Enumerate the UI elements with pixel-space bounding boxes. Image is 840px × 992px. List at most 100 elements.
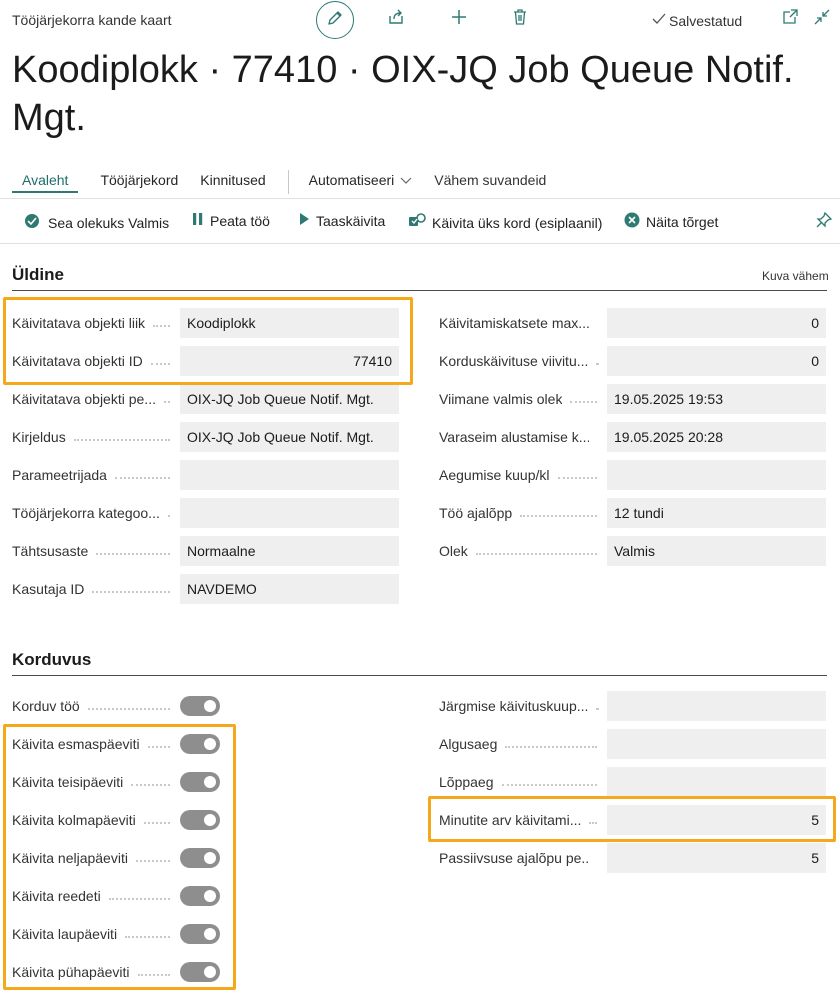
recurrence-korduv-too-toggle[interactable] [180,696,220,716]
recurrence-kaivita-puhapaeviti-toggle[interactable] [180,962,220,982]
open-new-window-button[interactable] [776,5,804,33]
general-left-kasutaja-id-label: Kasutaja ID [12,581,85,597]
general-right-kaivitamiskatsete-max-field[interactable]: 0 [607,308,826,338]
recurrence-section-title[interactable]: Korduvus [12,650,91,670]
recurrence-right-loppaeg-field[interactable] [607,767,826,797]
collapse-button[interactable] [808,5,836,33]
show-error-label: Näita tõrget [646,213,719,230]
general-right-varaseim-alustamise-k-label: Varaseim alustamise k... [439,429,589,445]
recurrence-right-minutite-arv-kaivitami-row: Minutite arv käivitami... 5 [439,805,829,835]
pin-icon [816,211,833,231]
tab-job-queue[interactable]: Tööjärjekord [100,172,178,192]
general-left-tahtsusaste-leader-dots [96,553,170,555]
general-left-kaivitatava-objekti-id-field[interactable]: 77410 [180,346,399,376]
recurrence-kaivita-esmaspaeviti-label: Käivita esmaspäeviti [12,736,140,752]
edit-button[interactable] [316,1,354,39]
recurrence-kaivita-laupaeviti-toggle[interactable] [180,924,220,944]
general-right-varaseim-alustamise-k-row: Varaseim alustamise k... 19.05.2025 20:28 [439,422,829,452]
general-left-parameetrijada-row: Parameetrijada [12,460,402,490]
restart-button[interactable]: Taaskäivita [298,212,385,229]
fewer-options-button[interactable]: Vähem suvandeid [434,172,546,192]
tab-home[interactable]: Avaleht [12,172,79,193]
recurrence-kaivita-teisipaeviti-toggle[interactable] [180,772,220,792]
breadcrumb[interactable]: Tööjärjekorra kande kaart [12,12,172,28]
recurrence-korduv-too-label: Korduv töö [12,698,80,714]
tab-automate[interactable]: Automatiseeri [309,172,413,192]
recurrence-kaivita-teisipaeviti-row: Käivita teisipäeviti [12,767,232,797]
hold-button[interactable]: Peata töö [192,212,270,229]
general-left-kaivitatava-objekti-liik-field[interactable]: Koodiplokk [180,308,399,338]
general-left-toojarjekorra-kategoo-leader-dots [168,515,170,517]
recurrence-kaivita-neljapaeviti-toggle[interactable] [180,848,220,868]
general-right-aegumise-kuup-kl-field[interactable] [607,460,826,490]
general-right-viimane-valmis-olek-leader-dots [570,401,597,403]
share-button[interactable] [382,5,410,33]
general-left-kasutaja-id-row: Kasutaja ID NAVDEMO [12,574,402,604]
recurrence-right-algusaeg-field[interactable] [607,729,826,759]
top-bar: Tööjärjekorra kande kaart Salvestatud [0,0,840,40]
recurrence-right-minutite-arv-kaivitami-label: Minutite arv käivitami... [439,812,582,828]
general-right-kaivitamiskatsete-max-label: Käivitamiskatsete max... [439,315,589,331]
delete-button[interactable] [506,5,534,33]
general-left-kirjeldus-field[interactable]: OIX-JQ Job Queue Notif. Mgt. [180,422,399,452]
recurrence-kaivita-neljapaeviti-label: Käivita neljapäeviti [12,850,128,866]
general-left-tahtsusaste-row: Tähtsusaste Normaalne [12,536,402,566]
general-right-viimane-valmis-olek-field[interactable]: 19.05.2025 19:53 [607,384,826,414]
general-left-toojarjekorra-kategoo-field[interactable] [180,498,399,528]
save-status: Salvestatud [652,12,742,29]
tab-pinned[interactable]: Kinnitused [200,172,265,192]
pencil-icon [326,9,344,32]
recurrence-right-passiivsuse-ajalopu-pe-label: Passiivsuse ajalõpu pe... [439,850,589,866]
general-right-korduskaivituse-viivitu-field[interactable]: 0 [607,346,826,376]
general-section-title[interactable]: Üldine [12,265,64,285]
recurrence-korduv-too-row: Korduv töö [12,691,232,721]
recurrence-kaivita-reedeti-leader-dots [109,898,170,900]
pin-button[interactable] [816,211,833,231]
set-ready-button[interactable]: Sea olekuks Valmis [24,212,169,233]
general-left-kaivitatava-objekti-pe-label: Käivitatava objekti pe... [12,391,156,407]
recurrence-right-minutite-arv-kaivitami-field[interactable]: 5 [607,805,826,835]
general-left-kasutaja-id-field[interactable]: NAVDEMO [180,574,399,604]
general-right-too-ajalopp-label: Töö ajalõpp [439,505,513,521]
recurrence-kaivita-puhapaeviti-row: Käivita pühapäeviti [12,957,232,987]
page-title: Koodiplokk · 77410 · OIX-JQ Job Queue No… [12,49,794,139]
recurrence-kaivita-kolmapaeviti-toggle-knob [204,814,216,826]
general-left-kaivitatava-objekti-pe-field[interactable]: OIX-JQ Job Queue Notif. Mgt. [180,384,399,414]
recurrence-kaivita-teisipaeviti-leader-dots [131,784,170,786]
general-right-viimane-valmis-olek-row: Viimane valmis olek 19.05.2025 19:53 [439,384,829,414]
recurrence-kaivita-kolmapaeviti-toggle[interactable] [180,810,220,830]
chevron-down-icon [400,172,412,188]
recurrence-kaivita-puhapaeviti-toggle-knob [204,966,216,978]
general-right-too-ajalopp-leader-dots [520,515,597,517]
general-left-parameetrijada-field[interactable] [180,460,399,490]
general-right-too-ajalopp-field[interactable]: 12 tundi [607,498,826,528]
recurrence-kaivita-neljapaeviti-row: Käivita neljapäeviti [12,843,232,873]
general-right-olek-row: Olek Valmis [439,536,829,566]
general-left-kirjeldus-leader-dots [74,439,170,441]
general-left-kaivitatava-objekti-id-label: Käivitatava objekti ID [12,353,143,369]
play-icon [298,212,310,229]
recurrence-right-loppaeg-row: Lõppaeg [439,767,829,797]
tab-automate-label: Automatiseeri [308,172,395,188]
show-error-button[interactable]: Näita tõrget [624,212,718,231]
show-less-link[interactable]: Kuva vähem [762,269,829,283]
recurrence-kaivita-esmaspaeviti-toggle[interactable] [180,734,220,754]
run-once-button[interactable]: Käivita üks kord (esiplaanil) [408,212,602,233]
recurrence-right-algusaeg-leader-dots [505,746,597,748]
general-right-olek-leader-dots [476,553,597,555]
general-left-tahtsusaste-field[interactable]: Normaalne [180,536,399,566]
recurrence-right-passiivsuse-ajalopu-pe-field[interactable]: 5 [607,843,826,873]
general-right-olek-field[interactable]: Valmis [607,536,826,566]
general-right-varaseim-alustamise-k-field[interactable]: 19.05.2025 20:28 [607,422,826,452]
set-ready-label: Sea olekuks Valmis [48,214,170,231]
recurrence-right-jargmise-kaivituskuup-field[interactable] [607,691,826,721]
general-left-kaivitatava-objekti-liik-row: Käivitatava objekti liik Koodiplokk [12,308,402,338]
general-section-divider [12,290,827,291]
pause-icon [192,212,204,229]
status-ready-icon [24,212,42,233]
action-tabs: Avaleht Tööjärjekord Kinnitused Automati… [12,170,568,194]
recurrence-section-divider [12,675,827,676]
recurrence-kaivita-reedeti-toggle[interactable] [180,886,220,906]
new-button[interactable] [445,5,473,33]
recurrence-kaivita-kolmapaeviti-label: Käivita kolmapäeviti [12,812,136,828]
